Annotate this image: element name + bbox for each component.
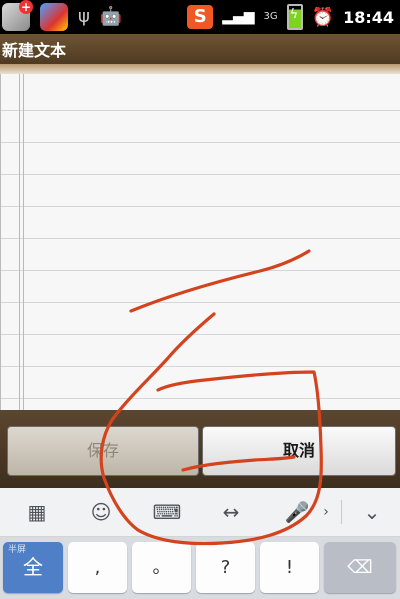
grid-menu-icon[interactable]: ▦ [17,488,57,536]
keyboard-row: 半屏 全 , 。 ? ! ⌫ [0,537,400,599]
window-title-bar: 新建文本 [0,34,400,64]
comma-key[interactable]: , [68,542,127,593]
question-key[interactable]: ? [196,542,255,593]
microphone-icon[interactable]: 🎤 [277,488,317,536]
ime-toolbar: ▦ ☺ ⌨ ↔ 🎤 › ⌄ [0,488,400,537]
sogou-input-icon: S [187,5,214,29]
network-type-label: 3G [263,11,278,22]
battery-charging-icon [286,4,303,30]
keyboard-icon[interactable]: ⌨ [147,488,187,536]
android-debug-icon: 🤖 [99,6,123,27]
system-icons: S ▂▄▆ 3G ⏰ 18:44 [187,0,394,34]
exclamation-key[interactable]: ! [260,542,319,593]
full-width-label: 全 [23,555,43,579]
more-arrow-icon[interactable]: › [316,488,336,536]
plus-icon: + [19,0,33,14]
status-time: 18:44 [343,7,394,27]
backspace-key[interactable]: ⌫ [324,542,396,593]
language-switch-key[interactable]: 半屏 全 [3,542,63,593]
notification-icons: + ψ 🤖 [2,0,123,32]
emoji-icon[interactable]: ☺ [81,488,121,536]
wifi-signal-icon: ▂▄▆ [222,9,255,25]
notepad-margin-lines [19,74,24,410]
collapse-chevron-icon[interactable]: ⌄ [352,488,392,536]
note-text-area[interactable] [0,74,400,410]
cursor-move-icon[interactable]: ↔ [211,488,251,536]
toolbar-divider [341,500,342,524]
status-bar: + ψ 🤖 S ▂▄▆ 3G ⏰ 18:44 [0,0,400,34]
cancel-button[interactable]: 取消 [202,426,396,476]
usb-icon: ψ [78,6,90,27]
page-title: 新建文本 [2,41,67,60]
action-bar: 保存 取消 [0,410,400,488]
title-bar-shadow [0,64,400,74]
browser-app-icon [40,3,68,31]
half-screen-label: 半屏 [8,545,27,555]
screenshot-app-icon: + [2,0,33,31]
period-key[interactable]: 。 [132,542,191,593]
save-button[interactable]: 保存 [7,426,199,476]
alarm-clock-icon: ⏰ [311,6,335,28]
